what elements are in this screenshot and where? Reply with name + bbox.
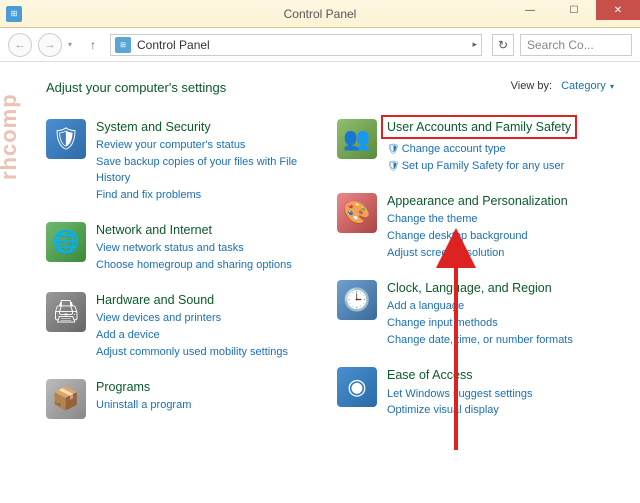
category-body: System and Security Review your computer'… xyxy=(96,119,325,204)
category-link[interactable]: Change input methods xyxy=(387,316,573,332)
category-link[interactable]: Change desktop background xyxy=(387,229,568,245)
category-body: Network and Internet View network status … xyxy=(96,222,292,274)
address-text: Control Panel xyxy=(137,38,210,52)
category-title[interactable]: Programs xyxy=(96,379,191,395)
category-icon: ◉ xyxy=(337,367,377,407)
right-column: 👥User Accounts and Family Safety🛡Change … xyxy=(337,119,616,419)
category-link[interactable]: Choose homegroup and sharing options xyxy=(96,258,292,274)
category-link[interactable]: Review your computer's status xyxy=(96,138,325,154)
category-item: 🛡 System and Security Review your computer… xyxy=(46,119,325,204)
category-title[interactable]: System and Security xyxy=(96,119,325,135)
category-link[interactable]: Optimize visual display xyxy=(387,403,533,419)
category-icon: 🎨 xyxy=(337,193,377,233)
search-placeholder: Search Co... xyxy=(527,38,594,52)
category-link[interactable]: Save backup copies of your files with Fi… xyxy=(96,155,325,187)
category-icon: 👥 xyxy=(337,119,377,159)
category-body: Clock, Language, and Region Add a languag… xyxy=(387,280,573,349)
category-title[interactable]: Ease of Access xyxy=(387,367,533,383)
app-icon: ⊞ xyxy=(6,6,22,22)
close-button[interactable]: ✕ xyxy=(596,0,640,20)
left-column: 🛡 System and Security Review your computer… xyxy=(46,119,325,419)
category-body: Appearance and Personalization Change the… xyxy=(387,193,568,262)
category-icon: 🕒 xyxy=(337,280,377,320)
category-icon: 🌐 xyxy=(46,222,86,262)
titlebar: ⊞ Control Panel — ☐ ✕ xyxy=(0,0,640,28)
control-panel-icon: ⊞ xyxy=(115,37,131,53)
category-link[interactable]: Change date, time, or number formats xyxy=(387,333,573,349)
category-title[interactable]: Network and Internet xyxy=(96,222,292,238)
category-columns: 🛡 System and Security Review your computer… xyxy=(46,119,616,419)
maximize-button[interactable]: ☐ xyxy=(552,0,596,20)
category-link[interactable]: View network status and tasks xyxy=(96,241,292,257)
window-controls: — ☐ ✕ xyxy=(508,0,640,20)
viewby-label: View by: xyxy=(511,80,552,92)
category-item: 📦 Programs Uninstall a program xyxy=(46,379,325,419)
category-link[interactable]: Find and fix problems xyxy=(96,188,325,204)
category-link[interactable]: Add a device xyxy=(96,328,288,344)
category-link[interactable]: 🛡Set up Family Safety for any user xyxy=(387,159,571,175)
category-item: 🌐 Network and Internet View network status… xyxy=(46,222,325,274)
category-title[interactable]: Clock, Language, and Region xyxy=(387,280,573,296)
category-body: Programs Uninstall a program xyxy=(96,379,191,414)
category-icon: 🖨 xyxy=(46,292,86,332)
category-link[interactable]: Add a language xyxy=(387,299,573,315)
window-title: Control Panel xyxy=(284,7,357,21)
view-by: View by: Category ▾ xyxy=(511,80,614,92)
search-input[interactable]: Search Co... xyxy=(520,34,632,56)
category-title[interactable]: User Accounts and Family Safety xyxy=(381,115,577,139)
category-link[interactable]: 🛡Change account type xyxy=(387,142,571,158)
category-title[interactable]: Hardware and Sound xyxy=(96,292,288,308)
category-link[interactable]: Change the theme xyxy=(387,212,568,228)
category-item: 🖨 Hardware and Sound View devices and prin… xyxy=(46,292,325,361)
category-body: User Accounts and Family Safety🛡Change a… xyxy=(387,119,571,175)
toolbar: ← → ▾ ↑ ⊞ Control Panel ▸ ↻ Search Co... xyxy=(0,28,640,62)
category-icon: 🛡 xyxy=(46,119,86,159)
category-link[interactable]: Uninstall a program xyxy=(96,398,191,414)
history-dropdown[interactable]: ▾ xyxy=(68,40,72,49)
back-button[interactable]: ← xyxy=(8,33,32,57)
category-link[interactable]: Let Windows suggest settings xyxy=(387,387,533,403)
shield-icon: 🛡 xyxy=(387,144,400,155)
category-icon: 📦 xyxy=(46,379,86,419)
refresh-button[interactable]: ↻ xyxy=(492,34,514,56)
category-title[interactable]: Appearance and Personalization xyxy=(387,193,568,209)
watermark: rhcomp xyxy=(0,93,22,180)
chevron-right-icon: ▸ xyxy=(472,39,477,50)
category-body: Hardware and Sound View devices and print… xyxy=(96,292,288,361)
category-body: Ease of Access Let Windows suggest settin… xyxy=(387,367,533,419)
shield-icon: 🛡 xyxy=(387,161,400,172)
category-item: 👥User Accounts and Family Safety🛡Change … xyxy=(337,119,616,175)
minimize-button[interactable]: — xyxy=(508,0,552,20)
category-item: 🎨 Appearance and Personalization Change th… xyxy=(337,193,616,262)
category-link[interactable]: View devices and printers xyxy=(96,311,288,327)
address-bar[interactable]: ⊞ Control Panel ▸ xyxy=(110,34,482,56)
up-button[interactable]: ↑ xyxy=(82,34,104,56)
category-link[interactable]: Adjust screen resolution xyxy=(387,246,568,262)
viewby-dropdown[interactable]: Category ▾ xyxy=(561,80,614,92)
forward-button[interactable]: → xyxy=(38,33,62,57)
category-item: 🕒 Clock, Language, and Region Add a langua… xyxy=(337,280,616,349)
category-item: ◉ Ease of Access Let Windows suggest setti… xyxy=(337,367,616,419)
content-area: Adjust your computer's settings View by:… xyxy=(0,62,640,503)
category-link[interactable]: Adjust commonly used mobility settings xyxy=(96,345,288,361)
